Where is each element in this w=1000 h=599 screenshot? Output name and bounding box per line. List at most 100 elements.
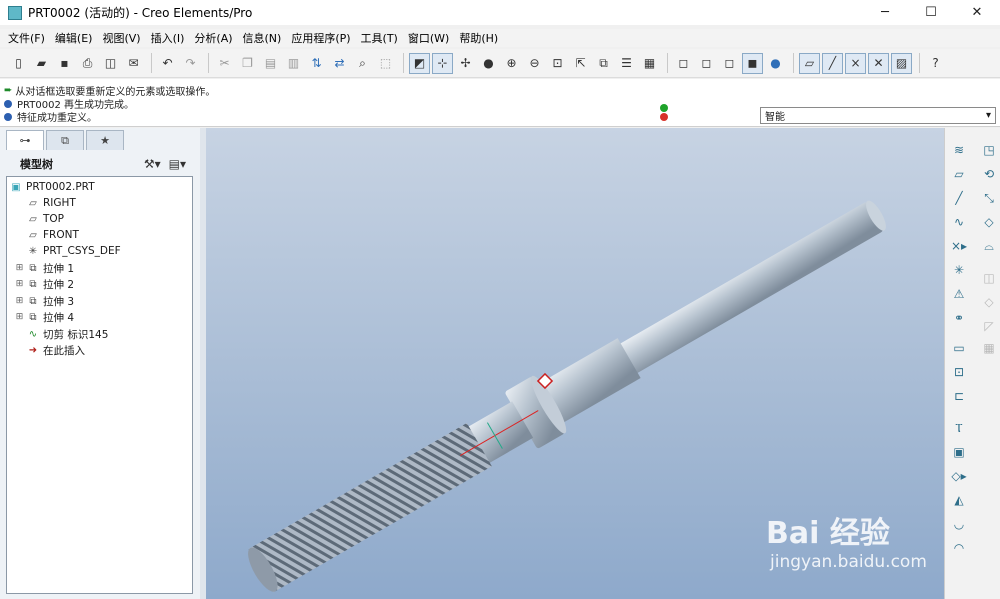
- zoom-in-icon[interactable]: ⊕: [501, 53, 522, 74]
- model-display-icon[interactable]: ▦: [639, 53, 660, 74]
- regen-manager-icon[interactable]: ⇄: [329, 53, 350, 74]
- tree-item[interactable]: ➜ 在此插入: [15, 342, 85, 358]
- model-tree: ▣ PRT0002.PRT ▱ RIGHT ▱ TOP ▱ FRONT ✳ PR…: [6, 176, 193, 594]
- menu-tools[interactable]: 工具(T): [357, 30, 402, 46]
- expand-icon[interactable]: ⊞: [15, 279, 24, 289]
- csys-tool-icon[interactable]: ✳: [949, 260, 969, 280]
- copy-icon[interactable]: ❐: [237, 53, 258, 74]
- shading-icon[interactable]: ◼: [742, 52, 763, 74]
- tree-show-icon[interactable]: ▤▾: [169, 157, 186, 171]
- extrude-tool-icon[interactable]: ◳: [979, 140, 999, 160]
- menu-applications[interactable]: 应用程序(P): [287, 30, 354, 46]
- maximize-button[interactable]: ☐: [908, 0, 954, 25]
- menu-file[interactable]: 文件(F): [4, 30, 49, 46]
- zoom-out-icon[interactable]: ⊖: [524, 53, 545, 74]
- tab-model-tree[interactable]: ⊶: [6, 130, 44, 150]
- wireframe-icon[interactable]: ◻: [673, 53, 694, 74]
- new-icon[interactable]: ▯: [8, 53, 29, 74]
- menu-insert[interactable]: 插入(I): [147, 30, 189, 46]
- tree-item[interactable]: ▱ FRONT: [15, 227, 79, 243]
- redo-icon[interactable]: ↷: [180, 53, 201, 74]
- relations-icon[interactable]: ⚭: [949, 308, 969, 328]
- paste-special-icon[interactable]: ▥: [283, 53, 304, 74]
- appearance-icon[interactable]: ●: [478, 53, 499, 74]
- datum-planes-icon[interactable]: ▱: [799, 52, 820, 74]
- tree-item[interactable]: ⊞ ⧉ 拉伸 4: [15, 309, 74, 325]
- menu-info[interactable]: 信息(N): [239, 30, 286, 46]
- trim-tool-icon[interactable]: ◸: [979, 316, 999, 336]
- expand-icon[interactable]: ⊞: [15, 296, 24, 306]
- layers-icon[interactable]: ☰: [616, 53, 637, 74]
- tab-favorites[interactable]: ★: [86, 130, 124, 150]
- open-icon[interactable]: ▰: [31, 53, 52, 74]
- sketch-icon[interactable]: ≋: [949, 140, 969, 160]
- datum-axis-tool-icon[interactable]: ╱: [949, 188, 969, 208]
- find-icon[interactable]: ⌕: [352, 53, 373, 74]
- whats-this-icon[interactable]: ?: [925, 53, 946, 74]
- datum-axes-icon[interactable]: ╱: [822, 52, 843, 74]
- datum-plane-tool-icon[interactable]: ▱: [949, 164, 969, 184]
- saved-views-icon[interactable]: ⧉: [593, 53, 614, 74]
- toolbar-separator: [208, 53, 209, 73]
- datum-curve-tool-icon[interactable]: ∿: [949, 212, 969, 232]
- menu-view[interactable]: 视图(V): [98, 30, 144, 46]
- expand-icon[interactable]: ⊞: [15, 312, 24, 322]
- revolve-tool-icon[interactable]: ⟲: [979, 164, 999, 184]
- pattern-tool-icon[interactable]: ▦: [979, 338, 999, 358]
- rib-tool-icon[interactable]: ⊏: [949, 386, 969, 406]
- chamfer-tool-icon[interactable]: ▣: [949, 442, 969, 462]
- tab-folder-browser[interactable]: ⧉: [46, 130, 84, 150]
- paste-icon[interactable]: ▤: [260, 53, 281, 74]
- analysis-feature-icon[interactable]: ⚠: [949, 284, 969, 304]
- csys-icon[interactable]: ✕: [868, 52, 889, 74]
- regenerate-icon[interactable]: ⇅: [306, 53, 327, 74]
- draft-tool-icon[interactable]: ◇▸: [949, 466, 969, 486]
- tree-item[interactable]: ⊞ ⧉ 拉伸 2: [15, 276, 74, 292]
- expand-icon[interactable]: ⊞: [15, 263, 24, 273]
- no-hidden-icon[interactable]: ◻: [719, 53, 740, 74]
- spinal-bend-icon[interactable]: ◠: [949, 538, 969, 558]
- tree-item[interactable]: ∿ 切剪 标识145: [15, 326, 109, 342]
- sweep-tool-icon[interactable]: ⤡: [979, 188, 999, 208]
- orient-icon[interactable]: ✢: [455, 53, 476, 74]
- print-icon[interactable]: ⎙: [77, 53, 98, 74]
- close-button[interactable]: ✕: [954, 0, 1000, 25]
- menu-edit[interactable]: 编辑(E): [51, 30, 97, 46]
- enhanced-realism-icon[interactable]: ●: [765, 53, 786, 74]
- shell-tool-icon[interactable]: ⊡: [949, 362, 969, 382]
- menu-analysis[interactable]: 分析(A): [190, 30, 236, 46]
- hole-tool-icon[interactable]: ▭: [949, 338, 969, 358]
- tree-item[interactable]: ✳ PRT_CSYS_DEF: [15, 243, 121, 259]
- menu-window[interactable]: 窗口(W): [404, 30, 453, 46]
- print-preview-icon[interactable]: ◫: [100, 53, 121, 74]
- reorient-icon[interactable]: ⇱: [570, 53, 591, 74]
- mirror-tool-icon[interactable]: ◫: [979, 268, 999, 288]
- cut-icon[interactable]: ✂: [214, 53, 235, 74]
- annotation-icon[interactable]: ▨: [891, 52, 912, 74]
- minimize-button[interactable]: ─: [862, 0, 908, 25]
- boundary-blend-icon[interactable]: ⌓: [979, 236, 999, 256]
- tree-item[interactable]: ▣ PRT0002.PRT: [9, 179, 94, 195]
- tree-item[interactable]: ⊞ ⧉ 拉伸 3: [15, 293, 74, 309]
- round-tool-icon[interactable]: Ⲧ: [949, 418, 969, 438]
- email-icon[interactable]: ✉: [123, 53, 144, 74]
- warp-tool-icon[interactable]: ◡: [949, 514, 969, 534]
- tree-settings-icon[interactable]: ⚒▾: [144, 157, 161, 171]
- edge-chamfer-icon[interactable]: ◭: [949, 490, 969, 510]
- select-box-icon[interactable]: ⬚: [375, 53, 396, 74]
- undo-icon[interactable]: ↶: [157, 53, 178, 74]
- repaint-icon[interactable]: ◩: [409, 52, 430, 74]
- hidden-line-icon[interactable]: ◻: [696, 53, 717, 74]
- datum-point-tool-icon[interactable]: ×▸: [949, 236, 969, 256]
- tree-item[interactable]: ⊞ ⧉ 拉伸 1: [15, 260, 74, 276]
- save-icon[interactable]: ▪: [54, 53, 75, 74]
- datum-points-icon[interactable]: ×: [845, 52, 866, 74]
- spin-center-icon[interactable]: ⊹: [432, 52, 453, 74]
- blend-tool-icon[interactable]: ◇: [979, 212, 999, 232]
- selection-filter-select[interactable]: 智能 ▾: [760, 107, 996, 124]
- menu-help[interactable]: 帮助(H): [455, 30, 502, 46]
- refit-icon[interactable]: ⊡: [547, 53, 568, 74]
- tree-item[interactable]: ▱ RIGHT: [15, 195, 76, 211]
- merge-tool-icon[interactable]: ◇: [979, 292, 999, 312]
- tree-item[interactable]: ▱ TOP: [15, 211, 64, 227]
